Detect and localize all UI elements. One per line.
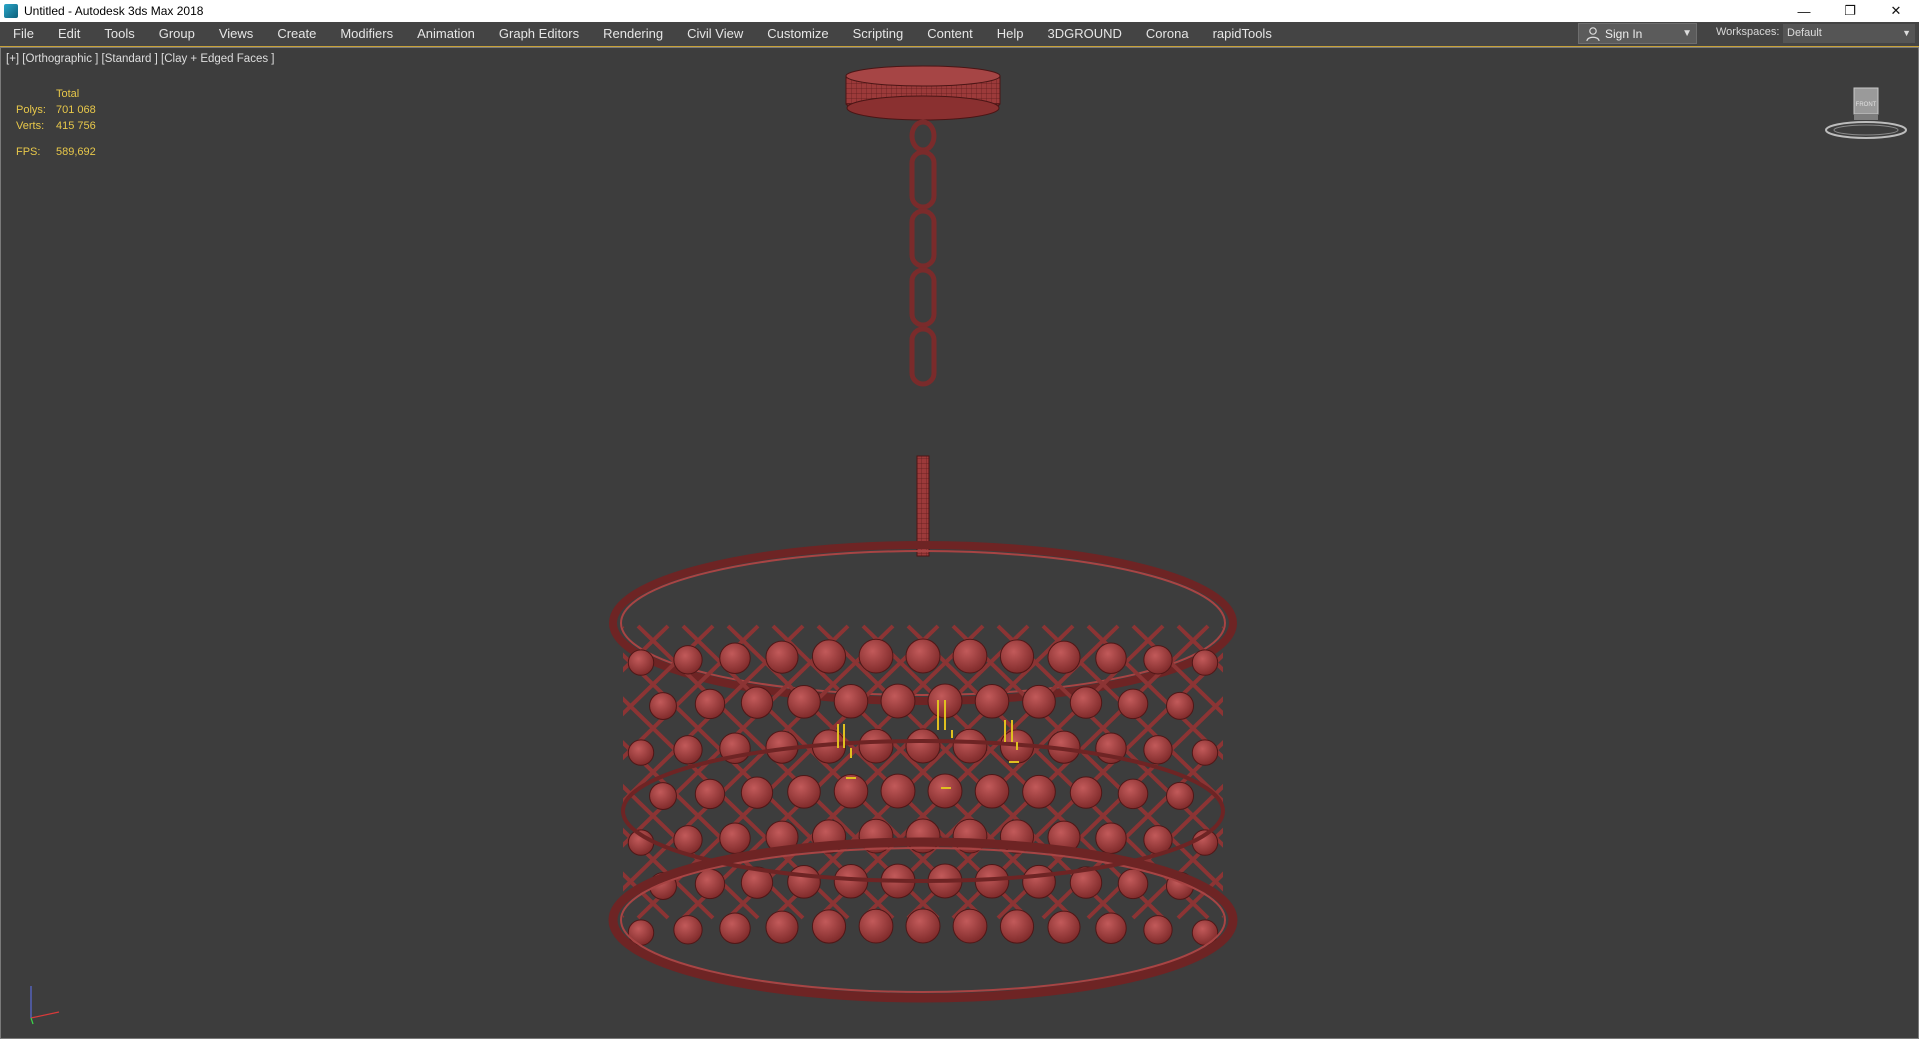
crystal-ball — [833, 774, 869, 809]
menu-corona[interactable]: Corona — [1134, 22, 1201, 46]
crystal-ball — [858, 908, 894, 944]
menu-modifiers[interactable]: Modifiers — [328, 22, 405, 46]
chevron-down-icon: ▼ — [1902, 28, 1911, 38]
menu-file[interactable]: File — [0, 22, 46, 46]
crystal-ball — [952, 908, 988, 944]
crystal-ball — [649, 692, 677, 720]
crystal-ball — [1095, 822, 1127, 854]
workspaces-dropdown[interactable]: Default ▼ — [1783, 24, 1915, 43]
crystal-ball — [694, 688, 726, 720]
crystal-ball — [719, 822, 751, 854]
crystal-ball — [1095, 912, 1127, 944]
window-controls: — ❐ ✕ — [1781, 0, 1919, 22]
crystal-ball — [974, 683, 1010, 719]
crystal-ball — [952, 728, 988, 764]
crystal-ball — [1143, 915, 1173, 945]
menu-civil-view[interactable]: Civil View — [675, 22, 755, 46]
crystal-ball — [787, 865, 821, 899]
crystal-ball — [999, 909, 1035, 944]
crystal-ball — [719, 912, 751, 944]
menu-rendering[interactable]: Rendering — [591, 22, 675, 46]
menu-bar: File Edit Tools Group Views Create Modif… — [0, 22, 1919, 47]
ceiling-canopy — [845, 65, 1001, 121]
menu-tools[interactable]: Tools — [92, 22, 146, 46]
menu-customize[interactable]: Customize — [755, 22, 840, 46]
menu-help[interactable]: Help — [985, 22, 1036, 46]
menu-views[interactable]: Views — [207, 22, 265, 46]
crystal-ball — [905, 638, 941, 674]
crystal-ball — [1191, 739, 1219, 766]
user-icon — [1586, 26, 1600, 41]
crystal-ball — [1165, 781, 1195, 810]
crystal-ball — [1143, 645, 1173, 675]
viewport-front[interactable]: [+] [Orthographic ] [Standard ] [Clay + … — [0, 47, 1919, 1039]
crystal-ball — [858, 638, 894, 674]
crystal-ball — [999, 639, 1035, 674]
crystal-ball — [880, 773, 916, 809]
crystal-ball — [673, 915, 703, 945]
menu-edit[interactable]: Edit — [46, 22, 92, 46]
chevron-down-icon[interactable]: ▼ — [1682, 28, 1692, 39]
crystal-ball — [787, 775, 821, 809]
lamp-drum — [608, 541, 1238, 1003]
crystal-ball — [1117, 868, 1149, 900]
restore-icon[interactable]: ❐ — [1827, 0, 1873, 22]
crystal-ball — [787, 685, 821, 719]
crystal-ball — [1143, 735, 1173, 765]
crystal-ball — [1069, 776, 1103, 809]
crystal-ball — [673, 645, 703, 675]
crystal-ball — [927, 773, 963, 809]
crystal-ball — [1069, 686, 1103, 719]
sign-in-button[interactable]: Sign In ▼ — [1578, 23, 1697, 44]
sign-in-label: Sign In — [1605, 26, 1643, 41]
crystal-ball — [627, 739, 655, 766]
chain — [909, 119, 937, 387]
crystal-ball — [694, 868, 726, 900]
crystal-ball — [765, 640, 799, 674]
crystal-ball — [719, 642, 751, 674]
menu-group[interactable]: Group — [147, 22, 207, 46]
crystal-ball — [649, 782, 677, 810]
crystal-ball — [627, 649, 655, 676]
crystal-ball — [1022, 774, 1056, 809]
title-bar: Untitled - Autodesk 3ds Max 2018 — ❐ ✕ — [0, 0, 1919, 22]
crystal-ball — [1047, 910, 1081, 944]
window-title: Untitled - Autodesk 3ds Max 2018 — [24, 4, 204, 18]
crystal-ball — [1047, 640, 1081, 674]
crystal-ball — [880, 683, 916, 719]
menu-3dground[interactable]: 3DGROUND — [1036, 22, 1134, 46]
crystal-ball — [740, 686, 774, 719]
crystal-ball — [1117, 688, 1149, 720]
crystal-ball — [1095, 642, 1127, 674]
crystal-ball — [833, 684, 869, 719]
crystal-ball — [1117, 778, 1149, 810]
menu-rapidtools[interactable]: rapidTools — [1201, 22, 1284, 46]
menu-scripting[interactable]: Scripting — [841, 22, 916, 46]
crystal-ball — [1165, 691, 1195, 720]
crystal-ball — [1022, 864, 1056, 899]
menu-content[interactable]: Content — [915, 22, 985, 46]
minimize-icon[interactable]: — — [1781, 0, 1827, 22]
menu-create[interactable]: Create — [265, 22, 328, 46]
crystal-ball — [765, 910, 799, 944]
crystal-ball — [673, 735, 703, 765]
crystal-ball — [952, 638, 988, 674]
menu-animation[interactable]: Animation — [405, 22, 487, 46]
crystal-ball — [974, 773, 1010, 809]
workspaces-label: Workspaces: — [1716, 26, 1780, 38]
crystal-ball — [1022, 684, 1056, 719]
crystal-ball — [905, 728, 941, 764]
chandelier-model[interactable] — [1, 48, 1918, 1038]
menu-graph-editors[interactable]: Graph Editors — [487, 22, 591, 46]
crystal-ball — [1191, 649, 1219, 676]
crystal-ball — [694, 778, 726, 810]
crystal-ball — [811, 909, 847, 944]
crystal-ball — [811, 639, 847, 674]
app-icon — [4, 4, 18, 18]
crystal-ball — [740, 776, 774, 809]
crystal-ball — [858, 728, 894, 764]
close-icon[interactable]: ✕ — [1873, 0, 1919, 22]
crystal-ball — [905, 908, 941, 944]
workspaces-value: Default — [1787, 27, 1822, 39]
